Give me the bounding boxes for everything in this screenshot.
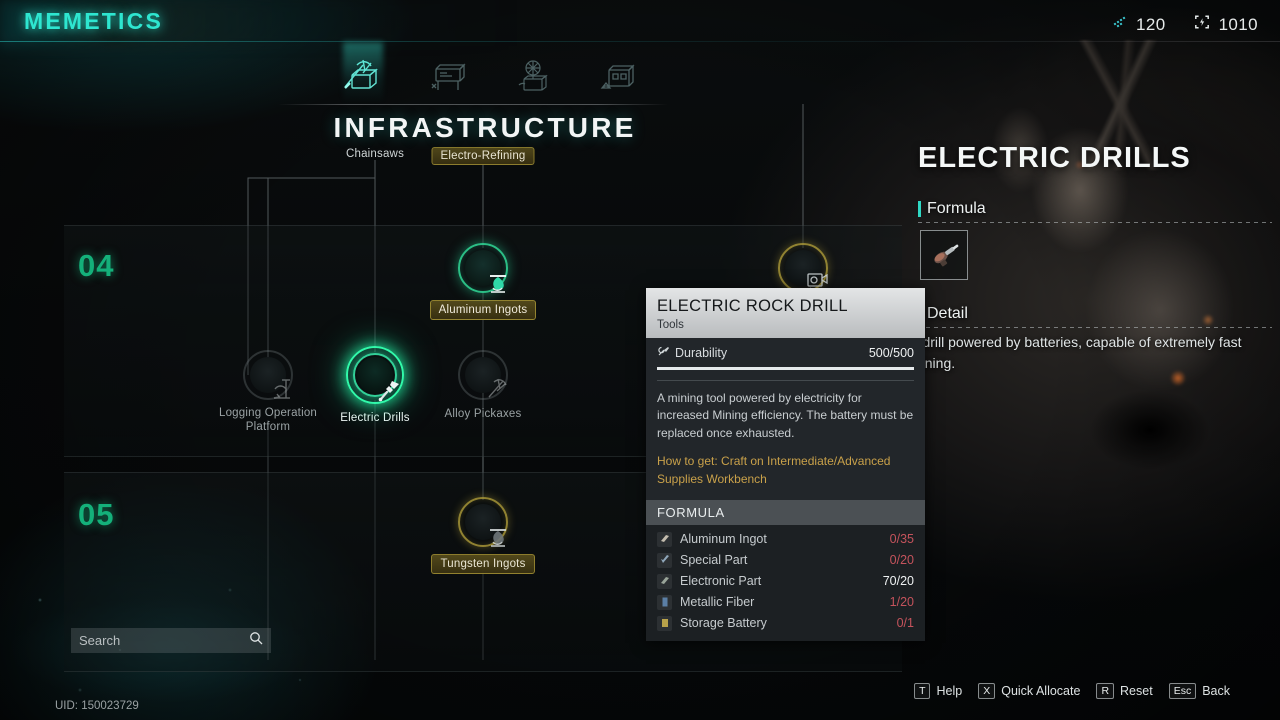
category-tab-bar xyxy=(320,56,660,102)
node-label: Tungsten Ingots xyxy=(431,554,535,575)
node-label: Electric Drills xyxy=(340,412,410,424)
detail-panel: ELECTRIC DRILLS Formula Detail All assoc… xyxy=(910,0,1280,720)
detail-detail-heading: Detail xyxy=(918,305,968,323)
search-icon[interactable] xyxy=(249,631,263,650)
formula-item-name: Aluminum Ingot xyxy=(680,532,767,547)
formula-item-qty: 70/20 xyxy=(882,574,914,589)
tooltip-formula-list: Aluminum Ingot 0/35 Special Part 0/20 El… xyxy=(646,524,925,641)
tooltip-item-name: ELECTRIC ROCK DRILL xyxy=(657,297,848,315)
durability-label-group: Durability xyxy=(657,345,727,361)
tree-node-electric-drills[interactable]: Electric Drills xyxy=(315,346,435,425)
tab-infrastructure[interactable] xyxy=(320,56,405,102)
node-ring xyxy=(458,497,508,547)
storage-battery-icon xyxy=(657,615,672,631)
formula-item-name: Special Part xyxy=(680,553,748,568)
key-hint-x: X xyxy=(978,683,996,699)
tier-number-04: 04 xyxy=(78,248,115,283)
hotkey-quick-allocate[interactable]: X Quick Allocate xyxy=(978,683,1080,699)
section-accent-bar xyxy=(918,201,921,217)
node-label: Logging Operation Platform xyxy=(218,407,318,433)
key-hint-esc: Esc xyxy=(1168,683,1197,699)
tooltip-body: Durability 500/500 A mining tool powered… xyxy=(646,338,925,500)
wrench-icon xyxy=(657,345,670,361)
formula-item-name: Metallic Fiber xyxy=(680,595,755,610)
durability-value: 500/500 xyxy=(868,346,914,360)
detail-formula-heading: Formula xyxy=(918,200,986,218)
formula-item-name: Storage Battery xyxy=(680,616,767,631)
hotkey-label: Back xyxy=(1202,684,1230,698)
formula-label: Formula xyxy=(927,200,986,217)
durability-label: Durability xyxy=(675,346,728,360)
formula-row: Metallic Fiber 1/20 xyxy=(646,592,925,613)
tree-node-tungsten-ingots[interactable]: Tungsten Ingots xyxy=(423,497,543,575)
hotkey-label: Quick Allocate xyxy=(1001,684,1081,698)
formula-row: Electronic Part 70/20 xyxy=(646,571,925,592)
tooltip-formula-header: FORMULA xyxy=(646,499,925,525)
key-hint-t: T xyxy=(914,683,931,699)
formula-item-qty: 0/1 xyxy=(896,616,914,631)
tab-housing[interactable] xyxy=(575,56,660,102)
formula-item-qty: 0/35 xyxy=(889,532,914,547)
tab-agriculture[interactable] xyxy=(490,56,575,102)
metallic-fiber-icon xyxy=(657,594,672,610)
formula-item-qty: 0/20 xyxy=(889,553,914,568)
node-ring-selected xyxy=(346,346,404,404)
node-label: Aluminum Ingots xyxy=(429,300,537,321)
key-hint-r: R xyxy=(1096,683,1115,699)
aluminum-ingot-icon xyxy=(657,531,672,547)
house-building-icon xyxy=(598,58,638,101)
formula-item-qty: 1/20 xyxy=(889,595,914,610)
section-title: INFRASTRUCTURE xyxy=(333,112,637,143)
node-label-electro-refining[interactable]: Electro-Refining xyxy=(431,147,535,165)
tab-workbench[interactable] xyxy=(405,56,490,102)
tooltip-header: ELECTRIC ROCK DRILL Tools xyxy=(646,288,925,338)
detail-label: Detail xyxy=(927,305,968,322)
pickaxe-tools-icon xyxy=(341,57,385,102)
workbench-icon xyxy=(428,58,468,101)
hotkey-help[interactable]: T Help xyxy=(914,683,962,699)
tab-bar-divider xyxy=(278,104,668,105)
durability-bar-fill xyxy=(657,367,914,370)
tooltip-how-to-get: How to get: Craft on Intermediate/Advanc… xyxy=(657,454,891,486)
formula-row: Special Part 0/20 xyxy=(646,550,925,571)
formula-item-name: Electronic Part xyxy=(680,574,762,589)
plant-crate-icon xyxy=(513,57,553,102)
hotkey-label: Help xyxy=(936,684,963,698)
tier-number-05: 05 xyxy=(78,497,115,532)
tooltip-description: A mining tool powered by electricity for… xyxy=(657,391,914,440)
formula-row: Storage Battery 0/1 xyxy=(646,613,925,634)
search-input[interactable]: Search xyxy=(71,628,271,653)
uid-text: UID: 150023729 xyxy=(55,700,139,712)
search-placeholder: Search xyxy=(79,633,121,648)
formula-divider xyxy=(918,222,1272,223)
node-ring xyxy=(243,350,293,400)
node-ring xyxy=(458,243,508,293)
item-tooltip: ELECTRIC ROCK DRILL Tools Durability 500… xyxy=(646,288,925,641)
node-label-chainsaws[interactable]: Chainsaws xyxy=(305,148,445,160)
durability-bar xyxy=(657,367,914,370)
tooltip-item-type: Tools xyxy=(657,319,684,331)
tree-node-logging-operation-platform[interactable]: Logging Operation Platform xyxy=(208,350,328,435)
tooltip-divider xyxy=(657,380,914,381)
hotkey-back[interactable]: Esc Back xyxy=(1168,683,1230,699)
durability-row: Durability 500/500 xyxy=(657,345,914,361)
electronic-part-icon xyxy=(657,573,672,589)
node-ring xyxy=(778,243,828,293)
tree-node-aluminum-ingots[interactable]: Aluminum Ingots xyxy=(423,243,543,321)
detail-title: ELECTRIC DRILLS xyxy=(918,142,1191,174)
detail-divider xyxy=(918,327,1272,328)
page-title: MEMETICS xyxy=(24,8,163,34)
hotkey-reset[interactable]: R Reset xyxy=(1096,683,1153,699)
node-ring xyxy=(458,350,508,400)
hotkey-bar: T Help X Quick Allocate R Reset Esc Back xyxy=(914,683,1230,699)
node-label: Alloy Pickaxes xyxy=(444,408,522,420)
hotkey-label: Reset xyxy=(1120,684,1153,698)
tree-node-alloy-pickaxes[interactable]: Alloy Pickaxes xyxy=(423,350,543,421)
special-part-icon xyxy=(657,552,672,568)
formula-row: Aluminum Ingot 0/35 xyxy=(646,529,925,550)
